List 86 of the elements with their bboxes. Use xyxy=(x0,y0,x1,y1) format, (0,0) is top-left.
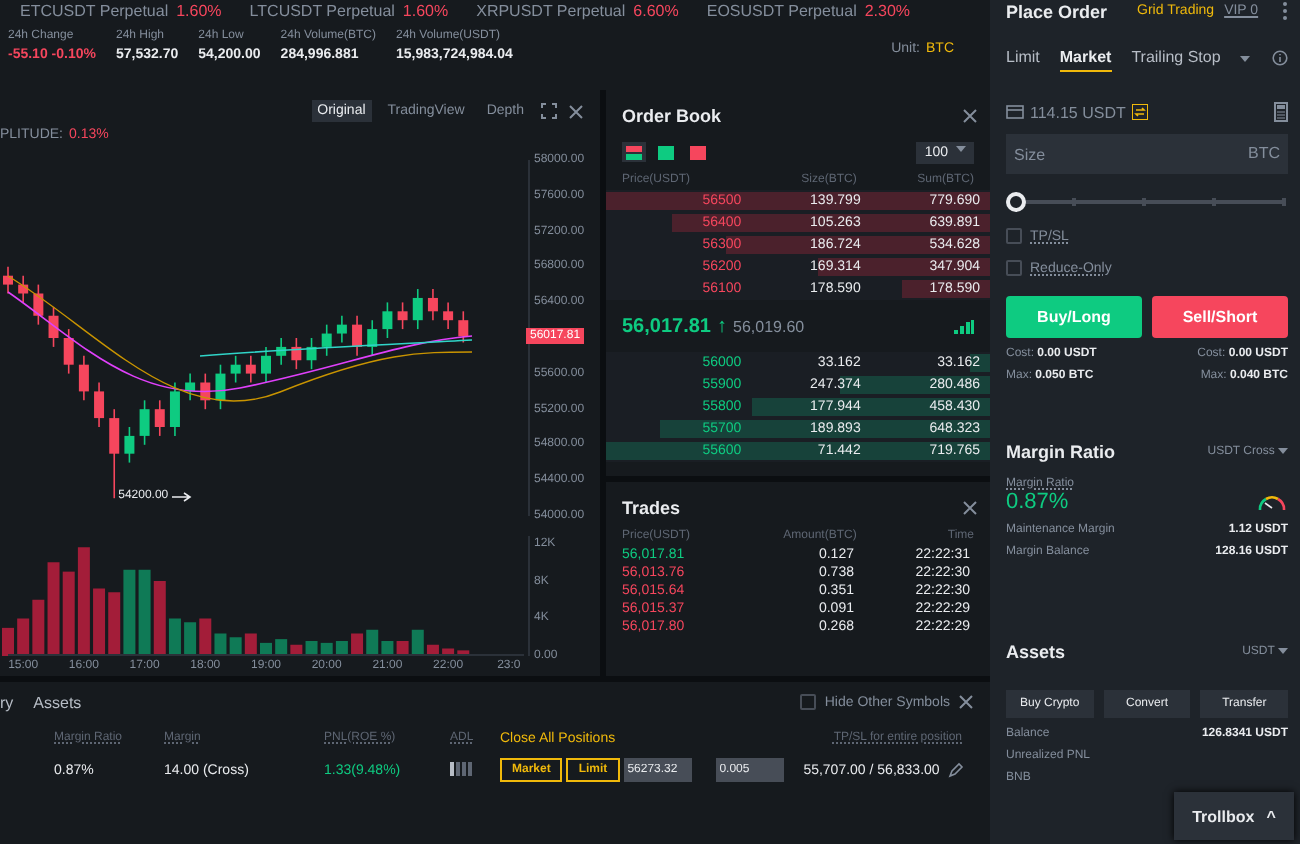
candle xyxy=(109,408,120,499)
more-icon[interactable] xyxy=(1282,2,1288,20)
unit-label: BTC xyxy=(1240,134,1288,174)
close-icon[interactable] xyxy=(568,103,584,120)
order-type-tab[interactable]: Market xyxy=(1059,44,1112,72)
candle xyxy=(169,381,180,437)
panel-title: Place Order xyxy=(1006,1,1108,21)
candle xyxy=(427,288,438,321)
close-icon[interactable] xyxy=(958,694,974,710)
trollbox-button[interactable]: Trollbox ^ xyxy=(1174,792,1294,840)
volume-bar xyxy=(2,627,14,656)
order-type-tab[interactable]: Trailing Stop xyxy=(1131,44,1221,72)
view-toggle[interactable] xyxy=(622,142,646,162)
candle xyxy=(261,346,271,384)
candle xyxy=(154,399,165,437)
mark-price: 56,019.60 xyxy=(733,317,805,335)
checkbox[interactable] xyxy=(1006,228,1022,244)
candle xyxy=(124,426,135,464)
candle xyxy=(306,337,317,370)
candle xyxy=(291,337,302,370)
caret-icon xyxy=(1278,648,1288,654)
candle xyxy=(412,288,423,330)
signal-bars-icon[interactable] xyxy=(954,319,974,333)
ticker-symbol[interactable]: ETCUSDT Perpetual xyxy=(20,2,169,20)
candle xyxy=(78,355,89,402)
candle xyxy=(18,274,29,304)
caret-icon[interactable] xyxy=(1240,55,1251,61)
candle xyxy=(245,355,256,384)
ticker-symbol[interactable]: XRPUSDT Perpetual xyxy=(476,2,626,20)
last-price: 56,017.81 xyxy=(622,315,711,337)
candle xyxy=(139,399,150,446)
candle xyxy=(443,301,454,330)
candle xyxy=(276,337,287,366)
slider-track[interactable] xyxy=(1006,192,1284,212)
available-balance: 114.15 USDT xyxy=(1030,103,1126,121)
edit-icon[interactable] xyxy=(947,762,964,778)
caret-icon xyxy=(956,145,966,151)
info-icon[interactable] xyxy=(1272,50,1288,66)
panel-title: Order Book xyxy=(622,106,722,126)
section-title: Assets xyxy=(1006,642,1066,662)
ticker-symbol[interactable]: LTCUSDT Perpetual xyxy=(249,2,395,20)
section-title: Margin Ratio xyxy=(1006,442,1116,462)
candle xyxy=(33,283,44,326)
candle xyxy=(336,314,347,344)
candle xyxy=(215,363,226,410)
margin-ratio-value: 0.87% xyxy=(1006,490,1069,514)
checkbox[interactable] xyxy=(1006,260,1022,276)
expand-icon[interactable] xyxy=(540,102,558,121)
candle xyxy=(458,310,469,344)
candle xyxy=(200,372,211,410)
calculator-icon[interactable] xyxy=(1274,102,1288,122)
candle xyxy=(3,266,13,295)
caret-icon xyxy=(1278,448,1288,454)
ticker-change: 6.60% xyxy=(633,2,679,20)
candle xyxy=(230,355,241,384)
wallet-icon xyxy=(1006,104,1024,120)
candle xyxy=(185,372,196,402)
candle xyxy=(63,328,74,375)
gauge-icon xyxy=(1256,492,1288,512)
tab[interactable]: Assets xyxy=(33,693,82,711)
ticker-change: 1.60% xyxy=(176,2,222,20)
candle xyxy=(352,314,363,357)
up-arrow: ↑ xyxy=(717,315,727,337)
adl-bars-icon xyxy=(450,761,474,775)
candle xyxy=(94,381,105,428)
sell-short-button[interactable]: Sell/Short xyxy=(1152,296,1288,338)
ticker-change: 1.60% xyxy=(402,2,449,20)
ticker-symbol[interactable]: EOSUSDT Perpetual xyxy=(706,2,857,20)
candle xyxy=(367,319,378,357)
transfer-icon[interactable] xyxy=(1131,104,1148,120)
order-type-tab[interactable]: Limit xyxy=(1006,44,1040,72)
close-icon[interactable] xyxy=(962,500,978,516)
arrow-icon xyxy=(172,491,193,502)
ticker-change: 2.30% xyxy=(864,2,911,20)
candle xyxy=(382,301,393,339)
view-toggle[interactable] xyxy=(654,142,678,162)
size-field[interactable]: Size xyxy=(1006,134,1240,174)
candle xyxy=(397,301,408,330)
tab[interactable]: ry xyxy=(0,693,14,711)
view-toggle[interactable] xyxy=(686,142,710,162)
candle xyxy=(48,306,59,348)
checkbox[interactable] xyxy=(800,694,817,710)
panel-title: Trades xyxy=(622,498,681,518)
slider-thumb[interactable] xyxy=(1006,192,1026,212)
candle xyxy=(321,323,332,357)
close-icon[interactable] xyxy=(962,108,978,124)
